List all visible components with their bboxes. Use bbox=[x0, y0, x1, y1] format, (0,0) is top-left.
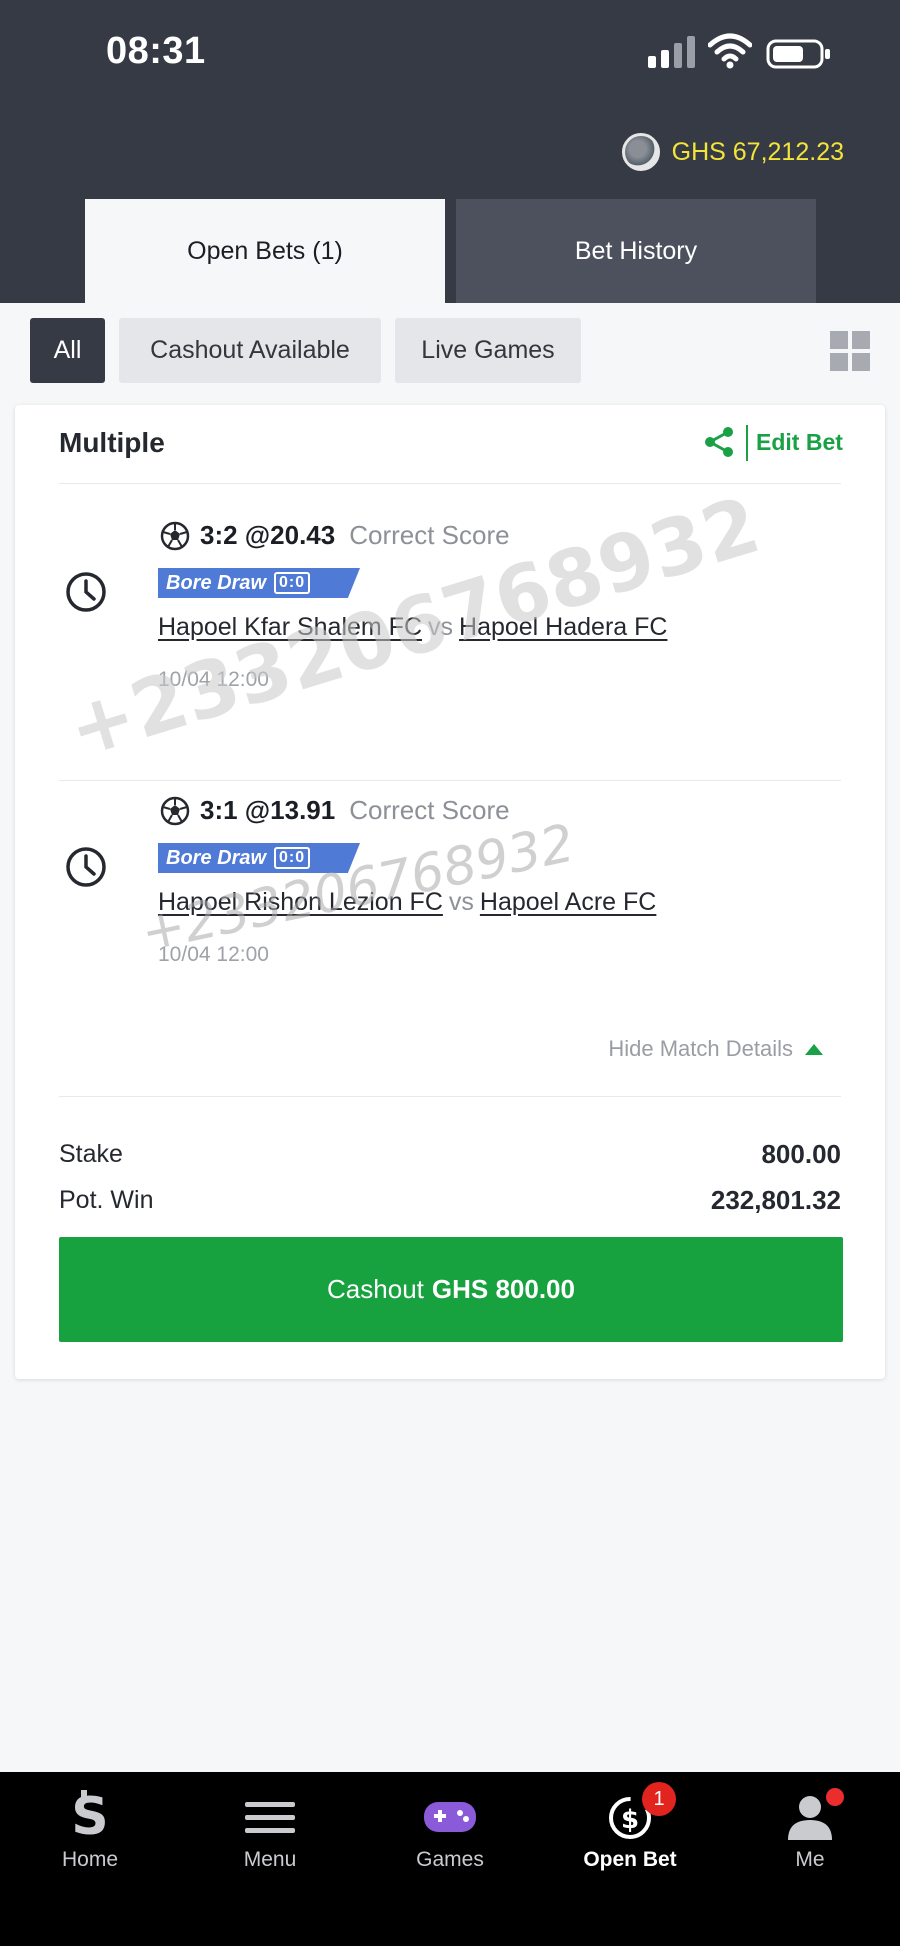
nav-open-bet[interactable]: $ 1 Open Bet bbox=[540, 1772, 720, 1892]
clock-icon bbox=[66, 572, 106, 612]
nav-label: Me bbox=[795, 1848, 825, 1871]
stake-value: 800.00 bbox=[761, 1139, 841, 1169]
wifi-icon bbox=[708, 33, 752, 69]
selection-item[interactable]: 3:1 @13.91 Correct Score Bore Draw 0:0 H… bbox=[15, 795, 885, 1035]
filter-all[interactable]: All bbox=[30, 318, 105, 383]
svg-text:S: S bbox=[71, 1790, 108, 1842]
vs-label: vs bbox=[448, 888, 474, 916]
nav-home[interactable]: S Home bbox=[0, 1772, 180, 1892]
selection-pick-line: 3:1 @13.91 Correct Score bbox=[160, 795, 510, 826]
soccer-ball-icon bbox=[160, 521, 190, 550]
nav-menu[interactable]: Menu bbox=[180, 1772, 360, 1892]
open-bet-icon-wrap: $ 1 bbox=[602, 1782, 676, 1842]
caret-up-icon bbox=[805, 1043, 823, 1055]
nav-label: Home bbox=[61, 1848, 119, 1871]
divider bbox=[59, 1096, 841, 1097]
divider bbox=[59, 780, 841, 781]
soccer-ball-icon bbox=[160, 796, 190, 825]
selection-pick-line: 3:2 @20.43 Correct Score bbox=[160, 520, 510, 551]
menu-icon bbox=[245, 1802, 295, 1833]
gamepad-icon bbox=[424, 1802, 476, 1832]
cashout-label: Cashout bbox=[327, 1274, 424, 1304]
stake-label: Stake bbox=[59, 1140, 123, 1168]
match-date: 10/04 12:00 bbox=[158, 668, 269, 691]
selection-pick: 3:1 @13.91 bbox=[200, 795, 336, 825]
badge-score: 0:0 bbox=[274, 847, 311, 869]
home-team[interactable]: Hapoel Rishon Lezion FC bbox=[158, 888, 443, 916]
top-header: 08:31 GHS 67,212.23 Open Bets (1) Bet Hi… bbox=[0, 0, 900, 303]
svg-text:$: $ bbox=[621, 1805, 639, 1835]
notification-dot bbox=[826, 1788, 844, 1806]
hide-details-label: Hide Match Details bbox=[608, 1036, 793, 1061]
match-teams[interactable]: Hapoel Rishon Lezion FC vs Hapoel Acre FC bbox=[158, 888, 656, 917]
status-time: 08:31 bbox=[106, 30, 206, 72]
notification-badge: 1 bbox=[642, 1782, 676, 1816]
selection-market: Correct Score bbox=[349, 795, 510, 825]
balance-amount: GHS 67,212.23 bbox=[671, 137, 844, 166]
pot-win-value: 232,801.32 bbox=[710, 1185, 841, 1215]
avatar[interactable] bbox=[621, 133, 660, 171]
nav-games[interactable]: Games bbox=[360, 1772, 540, 1892]
selection-pick: 3:2 @20.43 bbox=[200, 520, 336, 550]
divider bbox=[746, 425, 748, 461]
nav-label: Games bbox=[416, 1848, 484, 1871]
selection-market: Correct Score bbox=[349, 520, 510, 550]
pot-win-label: Pot. Win bbox=[59, 1186, 154, 1214]
bet-card: Multiple Edit Bet 3:2 @20.43 Correct Sco… bbox=[15, 405, 885, 1379]
tab-open-bets[interactable]: Open Bets (1) bbox=[85, 199, 445, 303]
badge-label: Bore Draw bbox=[166, 571, 267, 594]
match-date: 10/04 12:00 bbox=[158, 943, 269, 966]
nav-label: Menu bbox=[243, 1848, 297, 1871]
edit-bet-link[interactable]: Edit Bet bbox=[756, 429, 843, 456]
cellular-signal-icon bbox=[648, 36, 696, 68]
home-team[interactable]: Hapoel Kfar Shalem FC bbox=[158, 613, 422, 641]
tab-bet-history[interactable]: Bet History bbox=[456, 199, 816, 303]
hide-match-details-toggle[interactable]: Hide Match Details bbox=[608, 1036, 823, 1062]
bottom-navigation: S Home Menu Games $ 1 Open Bet Me bbox=[0, 1772, 900, 1946]
badge-label: Bore Draw bbox=[166, 846, 267, 869]
account-balance[interactable]: GHS 67,212.23 bbox=[621, 132, 844, 172]
nav-label: Open Bet bbox=[583, 1848, 677, 1871]
badge-score: 0:0 bbox=[274, 572, 311, 594]
bet-type-title: Multiple bbox=[59, 427, 165, 458]
divider bbox=[59, 483, 841, 484]
battery-icon bbox=[766, 39, 830, 69]
sportybet-logo-icon: S bbox=[71, 1790, 109, 1842]
vs-label: vs bbox=[428, 613, 454, 641]
clock-icon bbox=[66, 847, 106, 887]
bore-draw-badge: Bore Draw 0:0 bbox=[158, 843, 360, 873]
filter-live-games[interactable]: Live Games bbox=[395, 318, 581, 383]
cashout-button[interactable]: Cashout GHS 800.00 bbox=[59, 1237, 843, 1342]
selection-item[interactable]: 3:2 @20.43 Correct Score Bore Draw 0:0 H… bbox=[15, 520, 885, 760]
user-icon-wrap bbox=[782, 1788, 844, 1842]
filter-cashout-available[interactable]: Cashout Available bbox=[119, 318, 381, 383]
match-teams[interactable]: Hapoel Kfar Shalem FC vs Hapoel Hadera FC bbox=[158, 613, 667, 642]
cashout-amount: GHS 800.00 bbox=[431, 1274, 575, 1304]
away-team[interactable]: Hapoel Acre FC bbox=[480, 888, 656, 916]
away-team[interactable]: Hapoel Hadera FC bbox=[459, 613, 667, 641]
grid-view-icon[interactable] bbox=[830, 331, 870, 371]
nav-me[interactable]: Me bbox=[720, 1772, 900, 1892]
share-icon[interactable] bbox=[702, 425, 736, 459]
bore-draw-badge: Bore Draw 0:0 bbox=[158, 568, 360, 598]
